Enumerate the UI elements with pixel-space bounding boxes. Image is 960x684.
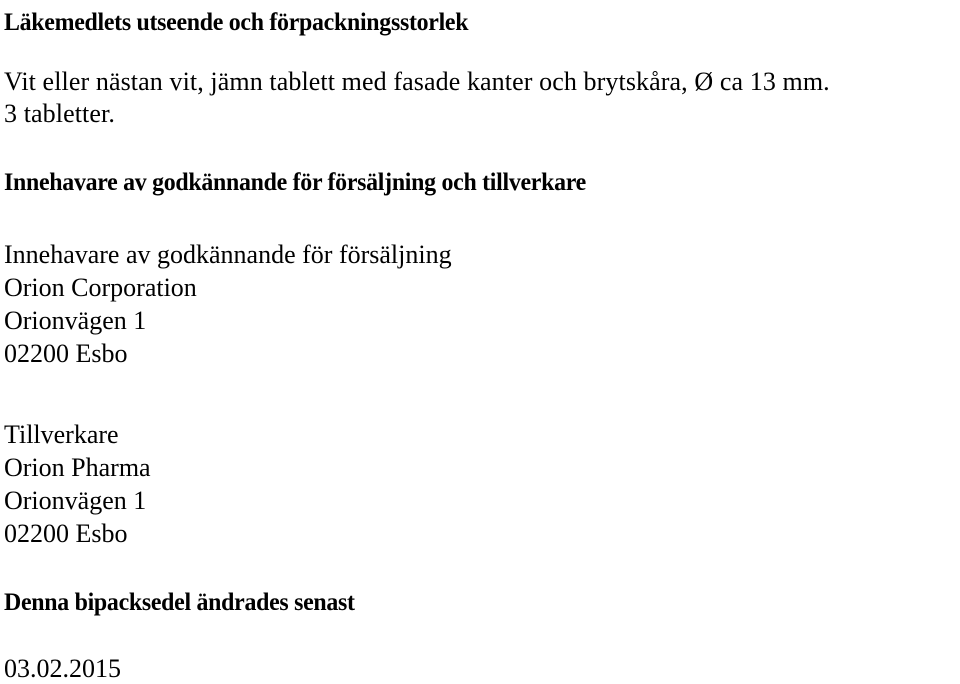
heading-leaflet-last-revised: Denna bipacksedel ändrades senast <box>4 588 371 618</box>
manufacturer-company-name: Orion Pharma <box>4 453 151 482</box>
appearance-description-paragraph: Vit eller nästan vit, jämn tablett med f… <box>4 66 952 130</box>
mah-postal-code-and-city: 02200 Esbo <box>4 339 128 368</box>
revision-date-block: 03.02.2015 <box>4 652 121 684</box>
manufacturer-block: Tillverkare Orion Pharma Orionvägen 1 02… <box>4 418 151 550</box>
manufacturer-postal-code-and-city: 02200 Esbo <box>4 519 128 548</box>
appearance-pack-size-line: 3 tabletter. <box>4 99 115 128</box>
heading-appearance-and-pack-size: Läkemedlets utseende och förpackningssto… <box>4 8 490 38</box>
mah-company-name: Orion Corporation <box>4 273 197 302</box>
mah-street-address: Orionvägen 1 <box>4 306 147 335</box>
section-heading-text: Läkemedlets utseende och förpackningssto… <box>4 9 469 36</box>
document-page: Läkemedlets utseende och förpackningssto… <box>0 0 960 684</box>
marketing-authorisation-holder-block: Innehavare av godkännande för försäljnin… <box>4 238 452 370</box>
section-heading-text: Denna bipacksedel ändrades senast <box>4 589 355 616</box>
section-heading-text: Innehavare av godkännande för försäljnin… <box>4 169 586 196</box>
revision-date-value: 03.02.2015 <box>4 654 121 683</box>
appearance-description-line-1: Vit eller nästan vit, jämn tablett med f… <box>4 67 830 96</box>
manufacturer-label: Tillverkare <box>4 420 119 449</box>
heading-marketing-authorisation-holder-and-manufacturer: Innehavare av godkännande för försäljnin… <box>4 168 613 198</box>
manufacturer-street-address: Orionvägen 1 <box>4 486 147 515</box>
mah-label: Innehavare av godkännande för försäljnin… <box>4 240 452 269</box>
